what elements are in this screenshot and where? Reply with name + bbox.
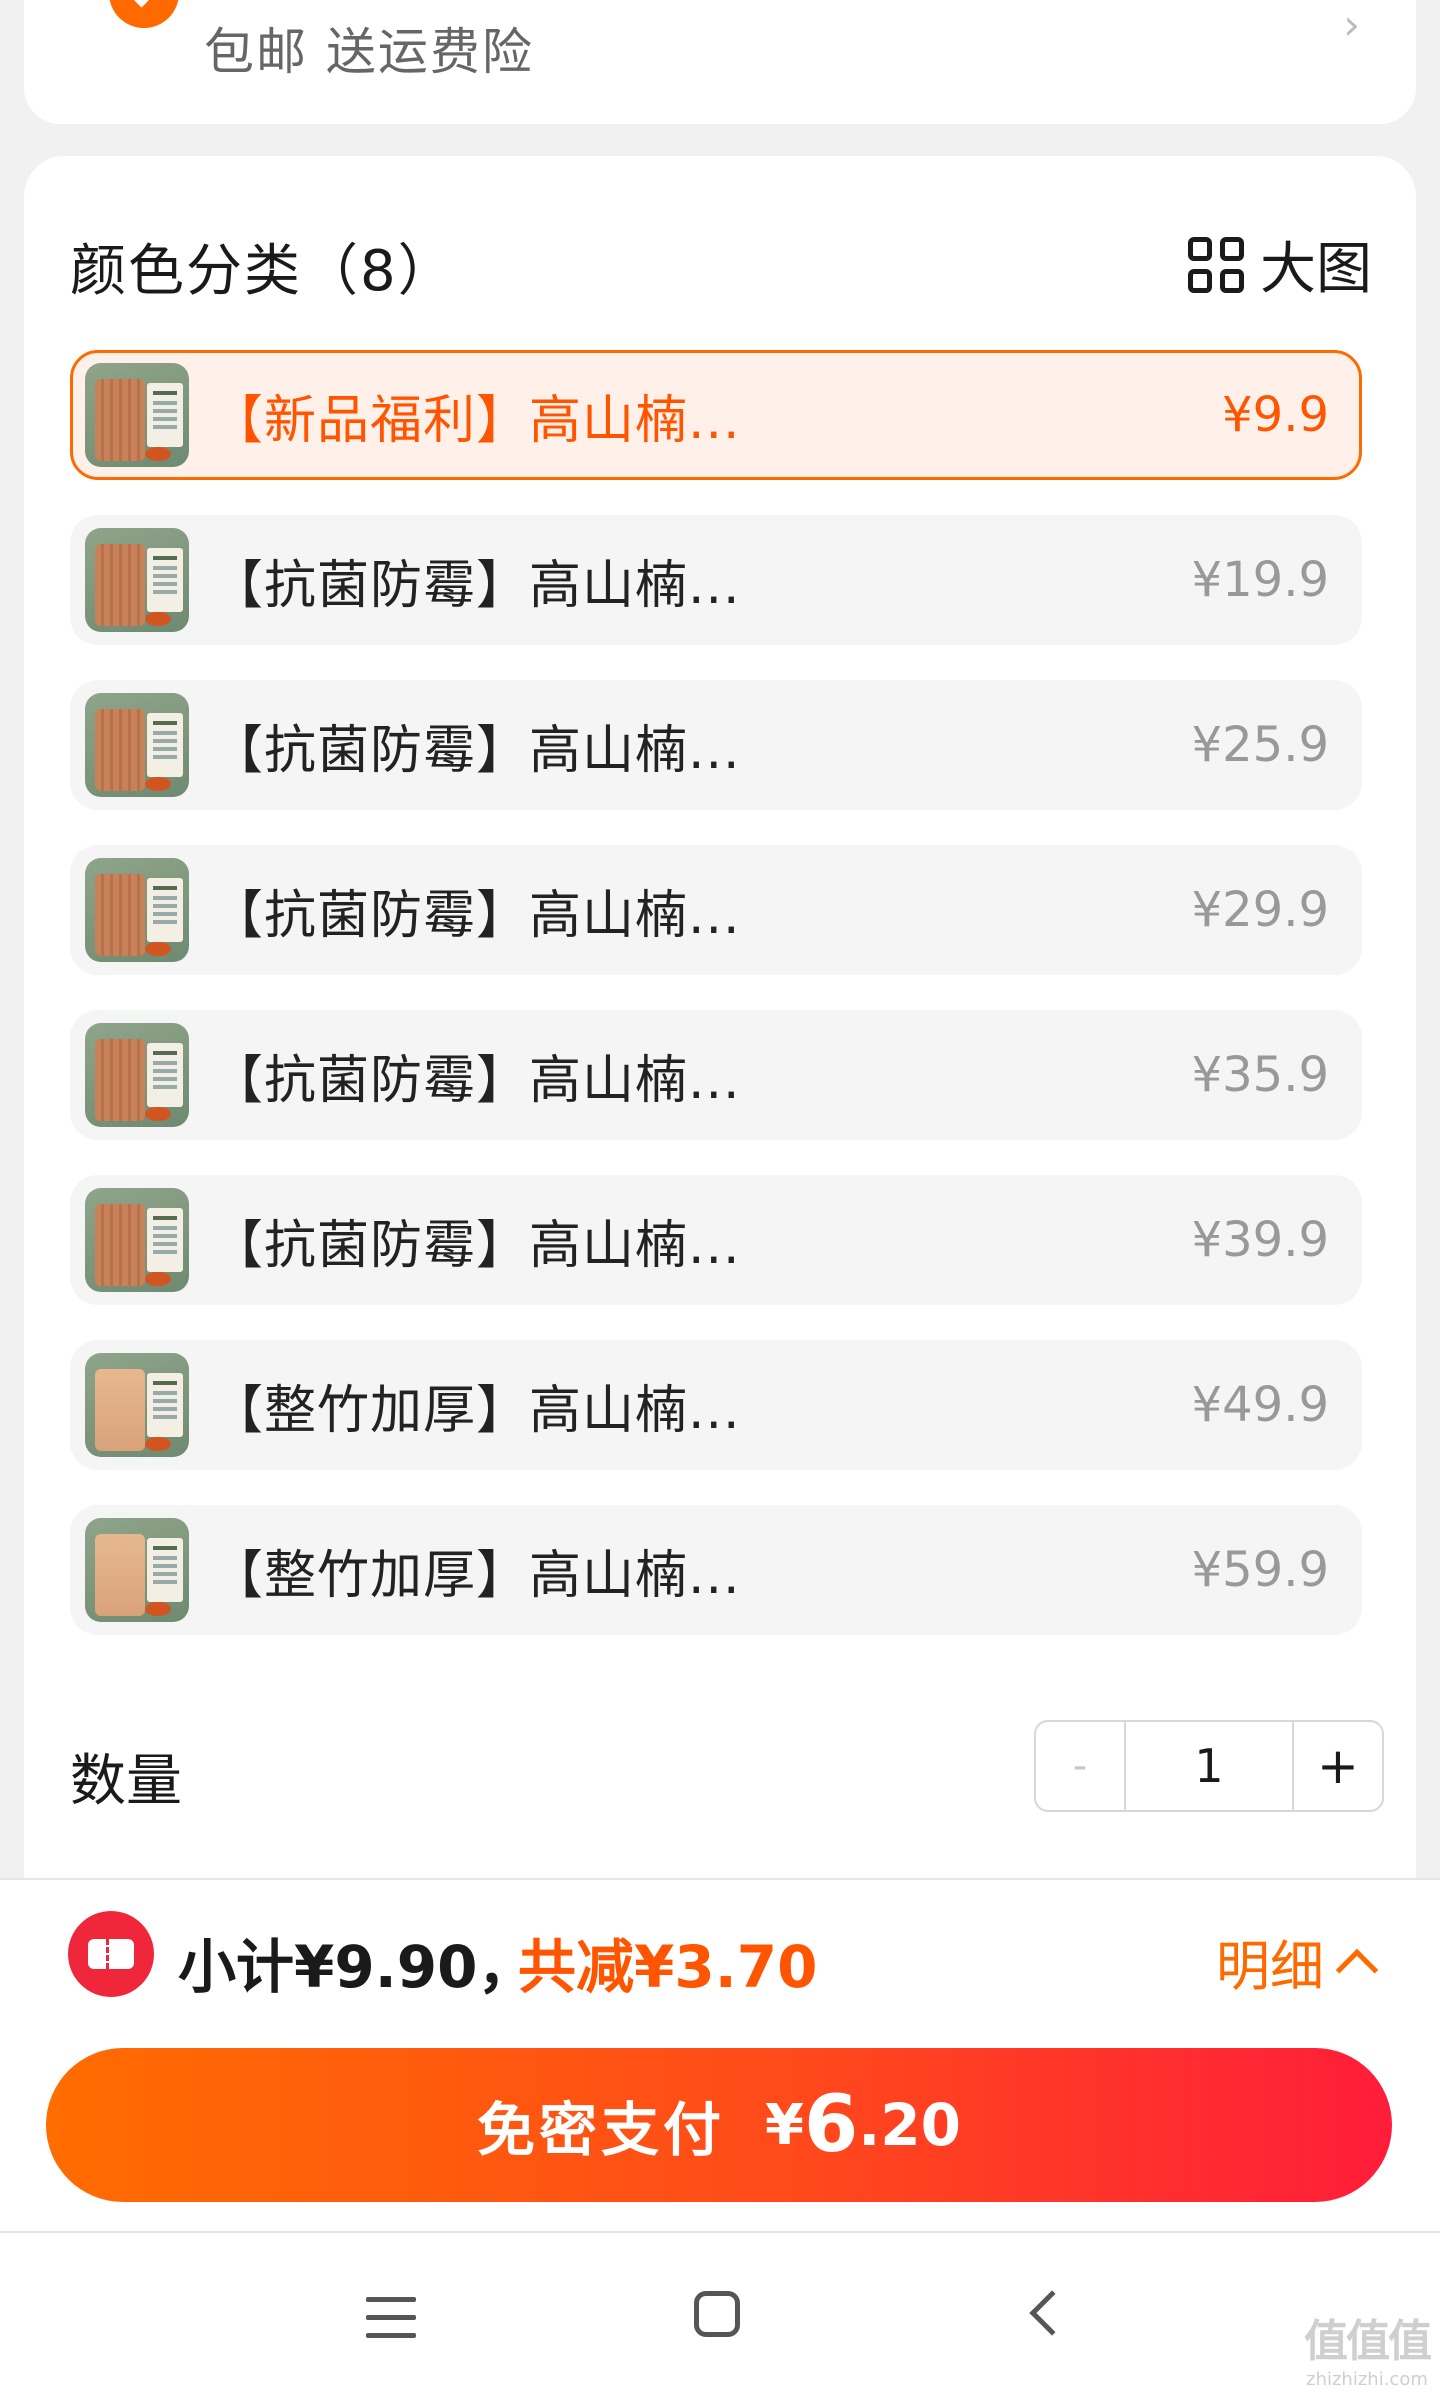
chevron-up-icon	[1335, 1948, 1379, 1991]
shipping-text: 包邮 送运费险	[204, 23, 534, 81]
sku-option[interactable]: 【整竹加厚】高山楠... ¥59.9	[70, 1505, 1362, 1635]
menu-icon[interactable]	[366, 2297, 416, 2338]
grid-icon	[1188, 236, 1244, 293]
sku-price: ¥35.9	[1191, 1047, 1329, 1103]
detail-toggle[interactable]: 明细	[1216, 1922, 1379, 2001]
chevron-right-icon: ›	[1343, 0, 1360, 49]
sku-price: ¥29.9	[1191, 882, 1329, 938]
sku-option[interactable]: 【新品福利】高山楠... ¥9.9	[70, 350, 1362, 480]
quantity-value[interactable]: 1	[1126, 1722, 1292, 1810]
section-title: 颜色分类（8）	[70, 239, 456, 304]
detail-label: 明细	[1216, 1935, 1324, 1998]
sku-price: ¥49.9	[1191, 1377, 1329, 1433]
sku-price: ¥19.9	[1191, 552, 1329, 608]
watermark-glyphs: 值值值	[1304, 2316, 1432, 2367]
big-view-label: 大图	[1260, 237, 1372, 302]
pay-currency: ¥	[765, 2092, 804, 2158]
sku-option[interactable]: 【抗菌防霉】高山楠... ¥19.9	[70, 515, 1362, 645]
pay-amount-decimal: .20	[858, 2091, 961, 2159]
shield-check-icon	[109, 0, 179, 28]
checkout-bar: 小计¥9.90， 共减¥3.70 明细 免密支付 ¥ 6 .20	[0, 1878, 1440, 2231]
quantity-label: 数量	[70, 1749, 182, 1814]
sku-panel: 颜色分类（8） 大图 【新品福利】高山楠... ¥9.9 【抗菌防霉】高山楠..…	[24, 156, 1416, 1896]
sku-option[interactable]: 【抗菌防霉】高山楠... ¥35.9	[70, 1010, 1362, 1140]
sku-thumbnail	[85, 1518, 189, 1622]
sku-option[interactable]: 【抗菌防霉】高山楠... ¥25.9	[70, 680, 1362, 810]
home-icon[interactable]	[694, 2291, 740, 2337]
back-icon[interactable]	[1029, 2290, 1075, 2336]
sku-thumbnail	[85, 363, 189, 467]
sku-name: 【抗菌防霉】高山楠...	[211, 1215, 741, 1276]
sku-list: 【新品福利】高山楠... ¥9.9 【抗菌防霉】高山楠... ¥19.9 【抗菌…	[70, 350, 1362, 1670]
system-nav-bar: 值值值 zhizhizhi.com	[0, 2231, 1440, 2396]
sku-price: ¥59.9	[1191, 1542, 1329, 1598]
coupon-icon	[68, 1911, 154, 1997]
sku-price: ¥39.9	[1191, 1212, 1329, 1268]
pay-button[interactable]: 免密支付 ¥ 6 .20	[46, 2048, 1392, 2202]
sku-name: 【抗菌防霉】高山楠...	[211, 885, 741, 946]
quantity-decrease-button[interactable]: -	[1036, 1722, 1126, 1810]
sku-thumbnail	[85, 858, 189, 962]
quantity-increase-button[interactable]: +	[1292, 1722, 1382, 1810]
sku-name: 【新品福利】高山楠...	[211, 390, 741, 451]
sku-name: 【抗菌防霉】高山楠...	[211, 555, 741, 616]
sku-thumbnail	[85, 693, 189, 797]
sku-name: 【抗菌防霉】高山楠...	[211, 1050, 741, 1111]
sku-option[interactable]: 【抗菌防霉】高山楠... ¥29.9	[70, 845, 1362, 975]
pay-button-label: 免密支付	[476, 2096, 725, 2164]
watermark: 值值值 zhizhizhi.com	[1304, 2305, 1432, 2390]
sku-option[interactable]: 【抗菌防霉】高山楠... ¥39.9	[70, 1175, 1362, 1305]
shipping-card[interactable]: 包邮 送运费险 ›	[24, 0, 1416, 124]
sku-name: 【整竹加厚】高山楠...	[211, 1380, 741, 1441]
sku-thumbnail	[85, 1188, 189, 1292]
sku-name: 【整竹加厚】高山楠...	[211, 1545, 741, 1606]
sku-thumbnail	[85, 1353, 189, 1457]
sku-option[interactable]: 【整竹加厚】高山楠... ¥49.9	[70, 1340, 1362, 1470]
sku-thumbnail	[85, 528, 189, 632]
discount-text: 共减¥3.70	[518, 1933, 818, 2001]
sku-thumbnail	[85, 1023, 189, 1127]
sku-price: ¥25.9	[1191, 717, 1329, 773]
big-view-button[interactable]: 大图	[1188, 224, 1372, 305]
sku-price: ¥9.9	[1222, 387, 1329, 443]
subtotal-text: 小计¥9.90，	[178, 1933, 536, 2001]
quantity-stepper: - 1 +	[1034, 1720, 1384, 1812]
pay-amount-integer: 6	[803, 2080, 859, 2170]
sku-name: 【抗菌防霉】高山楠...	[211, 720, 741, 781]
watermark-url: zhizhizhi.com	[1306, 2369, 1428, 2390]
